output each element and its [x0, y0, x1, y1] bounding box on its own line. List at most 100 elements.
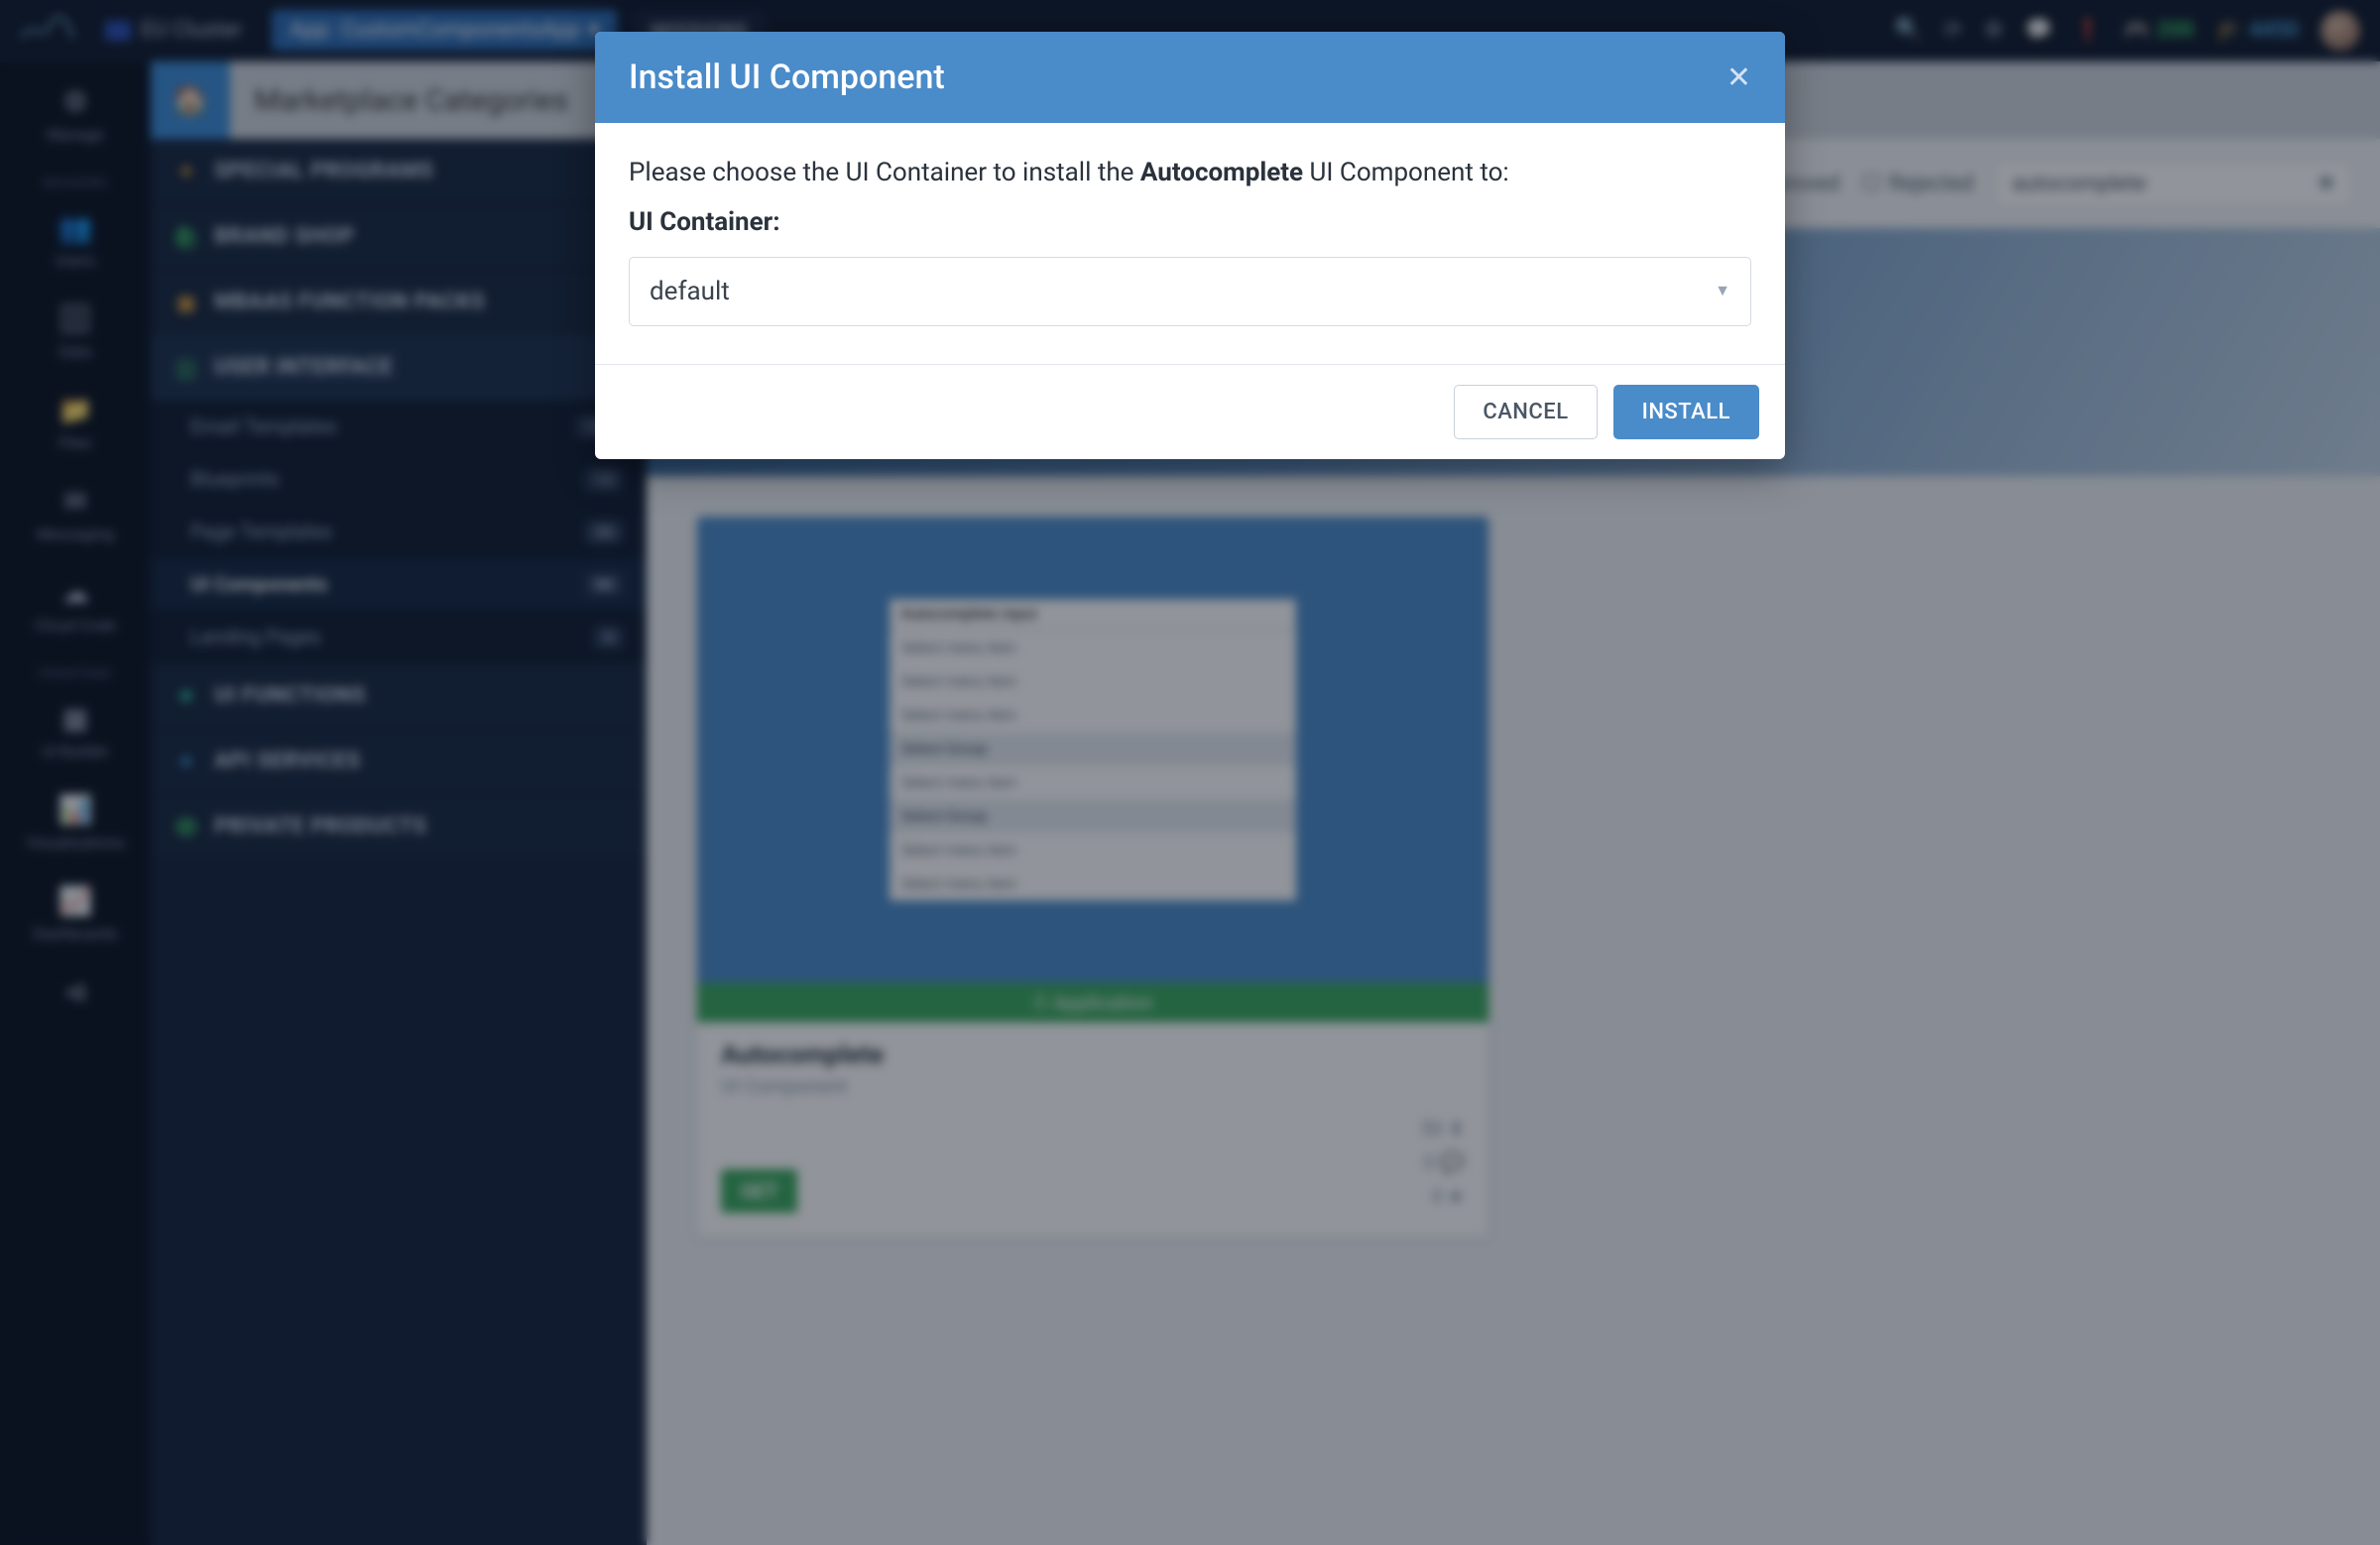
dashboard-icon: 📈 [0, 885, 151, 917]
sub-label: Page Templates [190, 520, 332, 543]
home-icon: 🏠 [172, 83, 208, 118]
sub-page-templates[interactable]: Page Templates 26 [151, 506, 647, 558]
nav-messaging[interactable]: ✉ Messaging [0, 471, 151, 562]
modal-desc-post: UI Component to: [1303, 158, 1509, 187]
nav-label: Visualizations [26, 833, 125, 852]
topbar-icons: 🔍 ⟳ ⚙ 💬 ❗ 🎮 200 🎓 4450 [1895, 11, 2360, 51]
cat-private-products[interactable]: 👁 PRIVATE PRODUCTS [151, 794, 647, 860]
avatar[interactable] [2320, 11, 2360, 51]
eu-flag-icon [105, 21, 131, 41]
nav-cloud-code[interactable]: ☁ Cloud Code [0, 562, 151, 654]
cat-user-interface[interactable]: ◫ USER INTERFACE [151, 335, 647, 401]
home-button[interactable]: 🏠 [151, 61, 230, 139]
nav-ui-builder[interactable]: ▦ UI Builder [0, 688, 151, 779]
cat-api-services[interactable]: ✶ API SERVICES [151, 729, 647, 794]
modal-description: Please choose the UI Container to instal… [629, 153, 1751, 192]
install-ui-component-modal: Install UI Component ✕ Please choose the… [595, 32, 1785, 459]
search-icon[interactable]: 🔍 [1895, 18, 1922, 43]
preview-option: Select menu item [890, 867, 1296, 900]
sub-ui-components[interactable]: UI Components 90 [151, 558, 647, 611]
get-button[interactable]: GET [721, 1169, 797, 1213]
modal-header: Install UI Component ✕ [595, 32, 1785, 123]
nav-label: Messaging [37, 525, 114, 543]
cat-label: USER INTERFACE [214, 355, 393, 380]
card-subtitle: UI Component [721, 1074, 1465, 1098]
cloud-icon: ☁ [0, 576, 151, 609]
modal-body: Please choose the UI Container to instal… [595, 123, 1785, 364]
modal-desc-bold: Autocomplete [1140, 158, 1303, 187]
stat-downloads: 50 [1421, 1117, 1443, 1140]
modal-desc-pre: Please choose the UI Container to instal… [629, 158, 1140, 187]
gear-icon: ⚙ [0, 85, 151, 118]
nav-visualizations[interactable]: 📊 Visualizations [0, 779, 151, 871]
cancel-button[interactable]: CANCEL [1454, 385, 1597, 439]
sub-label: UI Components [190, 572, 327, 596]
layout-icon: ▦ [0, 702, 151, 735]
share-icon: ⊲ [0, 976, 151, 1009]
sub-email-templates[interactable]: Email Templates 130 [151, 401, 647, 453]
forum-icon[interactable]: 💬 [2025, 18, 2052, 43]
clock-icon: ⏱ [1032, 991, 1048, 1014]
app-name: CustomComponentsApp [341, 18, 580, 43]
left-rail: ⚙ Manage BACKEND 👥 Users 🗄 Data 📁 Files … [0, 61, 151, 1545]
preview-option: Select menu item [890, 631, 1296, 664]
sub-label: Blueprints [190, 467, 280, 491]
preview-option: Select menu item [890, 833, 1296, 867]
help-icon[interactable]: ❗ [2075, 18, 2101, 43]
ui-subcategory-list: Email Templates 130 Blueprints 13 Page T… [151, 401, 647, 663]
preview-group: Select Group [890, 799, 1296, 833]
install-button[interactable]: INSTALL [1613, 385, 1759, 439]
comment-icon: 💬 [1440, 1150, 1465, 1174]
sub-count: 90 [585, 573, 623, 596]
filter-rejected[interactable]: ☐ Rejected [1861, 172, 1973, 196]
search-value: autocomplete [2012, 172, 2146, 196]
nav-files[interactable]: 📁 Files [0, 380, 151, 471]
api-icon: ✶ [175, 750, 198, 773]
app-selector[interactable]: App: CustomComponentsApp ▾ [272, 10, 618, 51]
cluster-label: EU Cluster [141, 18, 242, 43]
cat-mbaas-function-packs[interactable]: ▣ MBAAS FUNCTION PACKS [151, 270, 647, 335]
modal-footer: CANCEL INSTALL [595, 364, 1785, 459]
category-sidebar: ✦ SPECIAL PROGRAMS 🛍 BRAND SHOP ▣ MBAAS … [151, 139, 647, 1545]
mail-icon: ✉ [0, 485, 151, 518]
cluster-selector[interactable]: EU Cluster [91, 12, 256, 49]
nav-label: Data [59, 342, 91, 361]
nav-dashboards[interactable]: 📈 Dashboards [0, 871, 151, 962]
sub-label: Email Templates [190, 415, 337, 438]
sub-count: 26 [585, 521, 623, 543]
sub-blueprints[interactable]: Blueprints 13 [151, 453, 647, 506]
star-icon: ✦ [175, 160, 198, 183]
points-blue-value: 4450 [2249, 18, 2299, 43]
nav-manage[interactable]: ⚙ Manage [0, 71, 151, 163]
points-blue[interactable]: 🎓 4450 [2215, 18, 2299, 43]
nav-users[interactable]: 👥 Users [0, 197, 151, 289]
points-green-value: 200 [2157, 18, 2195, 43]
nav-section-backend: BACKEND [0, 163, 151, 197]
ui-icon: ◫ [175, 356, 198, 380]
activity-icon[interactable]: ⟳ [1944, 18, 1962, 43]
sub-landing-pages[interactable]: Landing Pages 4 [151, 611, 647, 663]
preview-group: Select Group [890, 732, 1296, 766]
close-icon[interactable]: ✕ [1726, 60, 1751, 95]
search-input[interactable]: autocomplete ✖ [1995, 161, 2352, 207]
points-green[interactable]: 🎮 200 [2123, 18, 2194, 43]
cat-brand-shop[interactable]: 🛍 BRAND SHOP [151, 204, 647, 270]
ui-container-select[interactable]: default ▼ [629, 257, 1751, 326]
nav-share[interactable]: ⊲ [0, 962, 151, 1032]
cat-label: UI FUNCTIONS [214, 683, 366, 708]
cat-special-programs[interactable]: ✦ SPECIAL PROGRAMS [151, 139, 647, 204]
ui-container-label: UI Container: [629, 202, 1751, 242]
clear-icon[interactable]: ✖ [2318, 172, 2335, 196]
nav-data[interactable]: 🗄 Data [0, 289, 151, 380]
cat-label: BRAND SHOP [214, 224, 355, 249]
autocomplete-preview: Select menu item Select menu item Select… [890, 599, 1296, 900]
ui-container-selected: default [650, 272, 730, 311]
nav-label: Files [59, 433, 91, 452]
gear-icon[interactable]: ⚙ [1984, 18, 2004, 43]
component-card-autocomplete[interactable]: Select menu item Select menu item Select… [696, 516, 1489, 1238]
cat-label: SPECIAL PROGRAMS [214, 159, 433, 183]
function-icon: ⚛ [175, 684, 198, 708]
cat-ui-functions[interactable]: ⚛ UI FUNCTIONS [151, 663, 647, 729]
nav-label: Cloud Code [35, 616, 116, 635]
card-preview: Select menu item Select menu item Select… [697, 517, 1488, 983]
